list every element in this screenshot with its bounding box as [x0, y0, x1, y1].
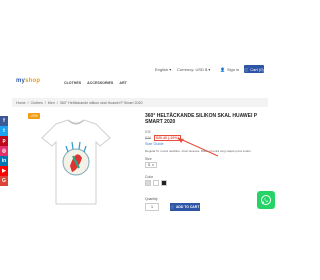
nav-item-clothes[interactable]: CLOTHES	[64, 81, 81, 85]
pinterest-icon[interactable]: p	[0, 136, 8, 146]
cart-icon: 🛒	[170, 205, 175, 209]
tshirt-image	[41, 119, 111, 205]
price-row: $38 $30.40 (-20%)	[145, 135, 181, 141]
price-new: $30.40 (-20%)	[154, 135, 181, 141]
twitter-icon[interactable]: t	[0, 126, 8, 136]
social-sidebar: f t p ◎ in ▶ G	[0, 116, 8, 186]
color-swatch-grey[interactable]	[145, 180, 151, 186]
breadcrumb-men[interactable]: Men	[48, 101, 55, 105]
discount-badge: -20%	[28, 113, 40, 119]
color-swatches	[145, 180, 167, 186]
youtube-icon[interactable]: ▶	[0, 166, 8, 176]
main-nav: CLOTHES ACCESSORIES ART	[64, 81, 127, 85]
cart-button[interactable]: 🛒 Cart (0)	[244, 65, 264, 73]
color-label: Color	[145, 175, 154, 179]
size-select[interactable]: S ▾	[145, 162, 157, 168]
product-reference: $38	[145, 130, 151, 134]
instagram-icon[interactable]: ◎	[0, 146, 8, 156]
linkedin-icon[interactable]: in	[0, 156, 8, 166]
color-swatch-white[interactable]	[153, 180, 159, 186]
breadcrumb-clothes[interactable]: Clothes	[31, 101, 43, 105]
site-logo[interactable]: myshop	[16, 78, 40, 84]
currency-selector[interactable]: Currency: USD $ ▾	[177, 67, 210, 72]
google-icon[interactable]: G	[0, 176, 8, 186]
signin-link[interactable]: 👤 Sign in	[220, 67, 239, 72]
nav-item-art[interactable]: ART	[119, 81, 126, 85]
breadcrumb-home[interactable]: Home	[16, 101, 26, 105]
user-icon: 👤	[220, 67, 225, 72]
breadcrumb-current: 360° Heltäckande silikon skal Huawei P S…	[59, 100, 143, 105]
price-old: $38	[145, 136, 151, 140]
breadcrumb: Home / Clothes / Men/ 360° Heltäckande sil…	[12, 98, 268, 107]
cart-icon: 🛒	[244, 66, 250, 72]
whatsapp-icon	[261, 195, 271, 205]
product-image[interactable]	[26, 112, 126, 212]
chevron-down-icon: ▾	[152, 163, 154, 167]
product-description: Regular fit, round neckline, short sleev…	[145, 149, 252, 153]
facebook-icon[interactable]: f	[0, 116, 8, 126]
product-title: 360° HELTÄCKANDE SILIKON SKAL HUAWEI P S…	[145, 113, 258, 125]
whatsapp-button[interactable]	[257, 191, 275, 209]
site-header	[0, 0, 280, 88]
quantity-label: Quantity	[145, 197, 158, 201]
size-label: Size	[145, 157, 152, 161]
add-to-cart-button[interactable]: 🛒 ADD TO CART	[170, 203, 200, 211]
language-selector[interactable]: English ▾	[155, 67, 171, 72]
size-guide-link[interactable]: Size Guide	[145, 142, 164, 146]
quantity-stepper[interactable]: 1	[145, 203, 159, 211]
color-swatch-black[interactable]	[161, 180, 167, 186]
nav-item-accessories[interactable]: ACCESSORIES	[87, 81, 113, 85]
